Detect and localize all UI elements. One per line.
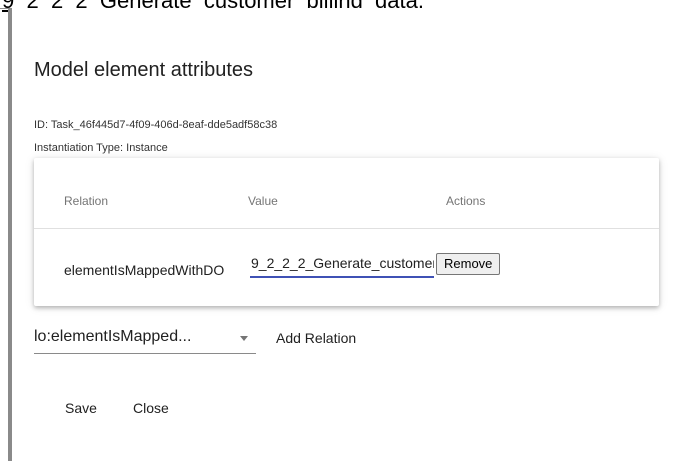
remove-button[interactable]: Remove	[436, 253, 501, 275]
header-divider	[34, 228, 659, 229]
relation-type-select[interactable]: lo:elementIsMapped...	[34, 322, 256, 354]
column-header-actions: Actions	[446, 194, 486, 208]
save-button[interactable]: Save	[65, 400, 97, 416]
column-header-value: Value	[248, 194, 278, 208]
relation-select-value: lo:elementIsMapped...	[34, 328, 192, 345]
column-header-relation: Relation	[64, 194, 109, 208]
relation-name-cell: elementIsMappedWithDO	[64, 262, 225, 278]
caret-down-icon	[240, 336, 248, 341]
close-button[interactable]: Close	[133, 400, 169, 416]
instantiation-type-text: Instantiation Type: Instance	[34, 142, 168, 154]
add-relation-button[interactable]: Add Relation	[276, 330, 356, 346]
element-id-text: ID: Task_46f445d7-4f09-406d-8eaf-dde5adf…	[34, 119, 278, 131]
relations-table: Relation Value Actions elementIsMappedWi…	[34, 158, 659, 306]
dialog-title: Model element attributes	[34, 59, 254, 81]
relation-value-input[interactable]	[250, 250, 434, 278]
